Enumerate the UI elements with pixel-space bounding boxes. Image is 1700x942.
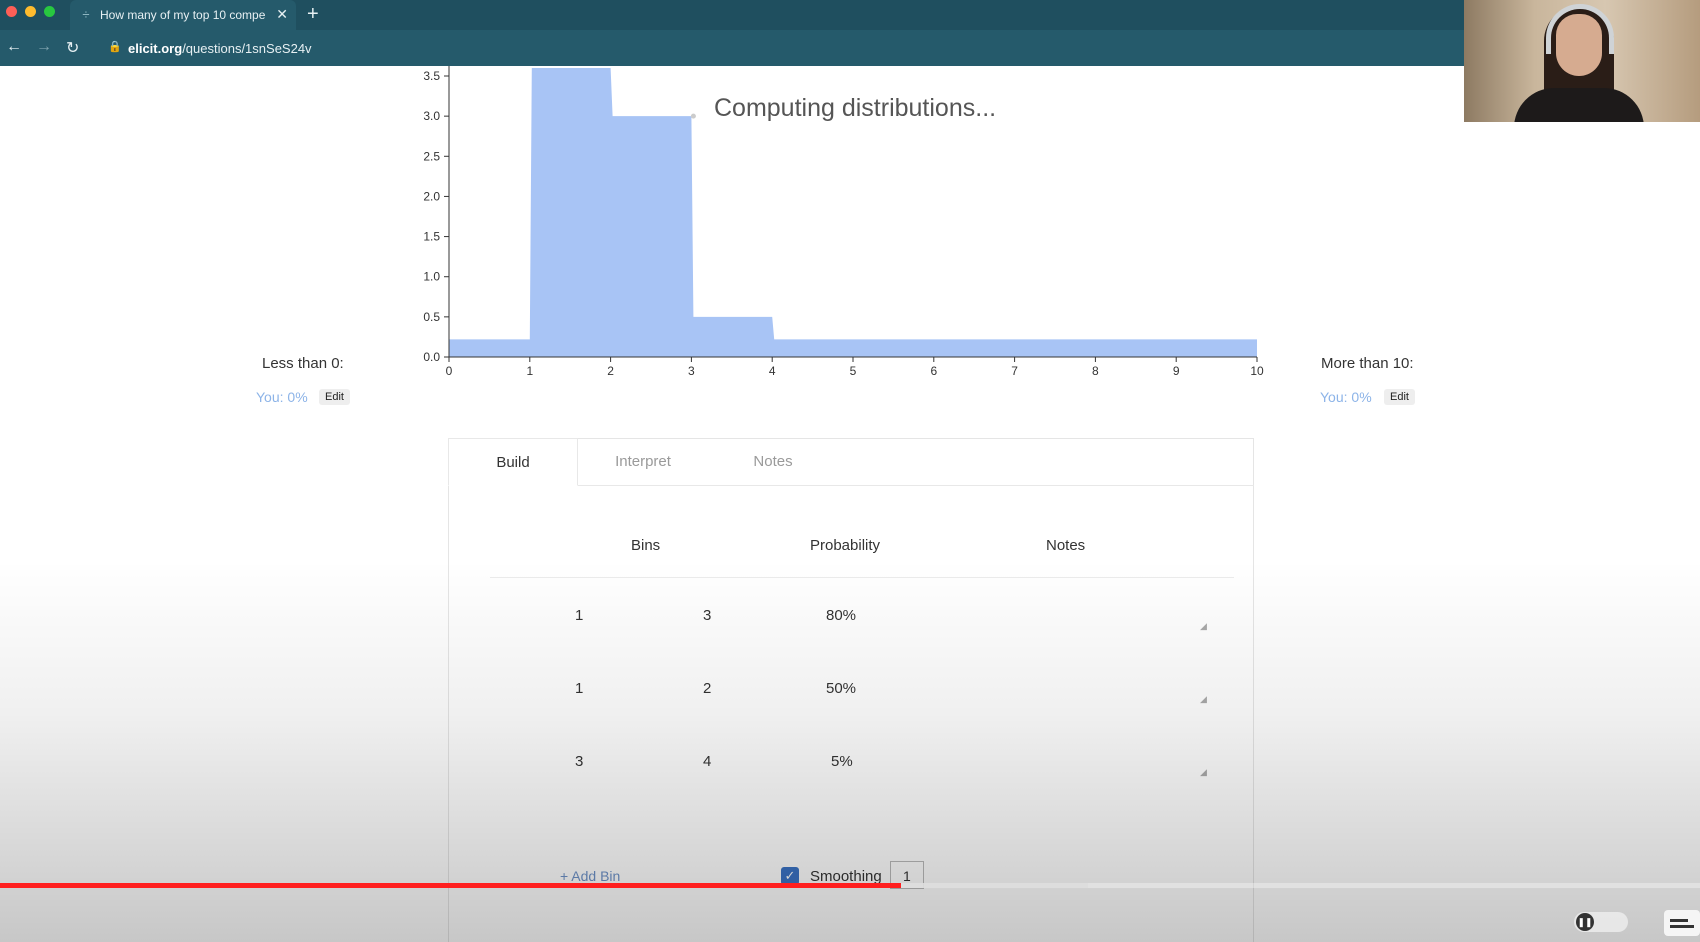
webcam-overlay xyxy=(1464,0,1700,122)
video-played-bar xyxy=(0,883,901,888)
reload-icon[interactable]: ↻ xyxy=(66,38,79,58)
tab-interpret[interactable]: Interpret xyxy=(578,438,708,486)
tab-notes[interactable]: Notes xyxy=(708,438,838,486)
tab-title: How many of my top 10 compe xyxy=(100,8,266,22)
bin-to-input[interactable]: 4 xyxy=(703,753,711,770)
bin-from-input[interactable]: 1 xyxy=(575,680,583,697)
play-pause-toggle[interactable]: ❚❚ xyxy=(1574,912,1628,932)
y-tick-label: 1.0 xyxy=(423,270,440,284)
url-field[interactable]: 🔒 elicit.org/questions/1snSeS24v xyxy=(100,34,1460,62)
close-window-button[interactable] xyxy=(6,6,17,17)
x-tick-label: 0 xyxy=(446,364,453,378)
panel-tabs: Build Interpret Notes xyxy=(448,438,1254,486)
elicit-favicon-icon: ÷ xyxy=(82,7,90,22)
x-tick-label: 8 xyxy=(1092,364,1099,378)
add-bin-button[interactable]: + Add Bin xyxy=(560,868,620,884)
x-tick-label: 9 xyxy=(1173,364,1180,378)
y-tick-label: 2.5 xyxy=(423,149,440,163)
x-tick-label: 5 xyxy=(850,364,857,378)
x-tick-label: 6 xyxy=(930,364,937,378)
bin-from-input[interactable]: 1 xyxy=(575,607,583,624)
plus-icon[interactable]: + xyxy=(307,3,319,26)
maximize-window-button[interactable] xyxy=(44,6,55,17)
distribution-handle xyxy=(690,113,696,119)
less-than-label: Less than 0: xyxy=(262,355,344,372)
probability-input[interactable]: 80% xyxy=(826,607,856,624)
video-progress-bar[interactable] xyxy=(0,883,1700,888)
less-than-edit-button[interactable]: Edit xyxy=(319,389,350,405)
x-tick-label: 2 xyxy=(607,364,614,378)
bin-to-input[interactable]: 2 xyxy=(703,680,711,697)
bin-to-input[interactable]: 3 xyxy=(703,607,711,624)
close-icon[interactable]: ✕ xyxy=(276,6,288,23)
pause-icon: ❚❚ xyxy=(1576,913,1594,931)
x-tick-label: 10 xyxy=(1250,364,1264,378)
y-tick-label: 1.5 xyxy=(423,230,440,244)
minimize-window-button[interactable] xyxy=(25,6,36,17)
y-tick-label: 2.0 xyxy=(423,189,440,203)
address-bar: ← → ↻ 🔒 elicit.org/questions/1snSeS24v xyxy=(0,30,1700,66)
probability-input[interactable]: 50% xyxy=(826,680,856,697)
more-than-edit-button[interactable]: Edit xyxy=(1384,389,1415,405)
notes-resize-icon[interactable]: ◢ xyxy=(1200,694,1207,705)
bins-header: Bins xyxy=(631,537,661,554)
probability-input[interactable]: 5% xyxy=(831,753,853,770)
url-domain: elicit.org xyxy=(128,41,183,56)
notes-resize-icon[interactable]: ◢ xyxy=(1200,767,1207,778)
captions-icon[interactable] xyxy=(1664,910,1700,936)
tab-build[interactable]: Build xyxy=(448,438,578,486)
back-arrow-icon[interactable]: ← xyxy=(6,38,22,56)
more-than-label: More than 10: xyxy=(1321,355,1414,372)
url-path: /questions/1snSeS24v xyxy=(182,41,312,56)
y-tick-label: 0.0 xyxy=(423,350,440,364)
more-than-you-value: You: 0% xyxy=(1320,389,1372,405)
probability-header: Probability xyxy=(810,537,881,554)
notes-header: Notes xyxy=(1046,537,1086,554)
x-tick-label: 3 xyxy=(688,364,695,378)
browser-tab-bar: ÷ How many of my top 10 compe ✕ + xyxy=(0,0,1700,30)
checkmark-icon: ✓ xyxy=(784,868,796,883)
x-tick-label: 4 xyxy=(769,364,776,378)
forward-arrow-icon[interactable]: → xyxy=(36,38,52,56)
x-tick-label: 1 xyxy=(526,364,533,378)
y-tick-label: 3.5 xyxy=(423,69,440,83)
header-divider xyxy=(490,577,1234,578)
y-tick-label: 3.0 xyxy=(423,109,440,123)
computing-status: Computing distributions... xyxy=(714,94,997,122)
notes-resize-icon[interactable]: ◢ xyxy=(1200,621,1207,632)
x-tick-label: 7 xyxy=(1011,364,1018,378)
bin-from-input[interactable]: 3 xyxy=(575,753,583,770)
y-tick-label: 0.5 xyxy=(423,310,440,324)
lock-icon: 🔒 xyxy=(108,41,122,53)
less-than-you-value: You: 0% xyxy=(256,389,308,405)
browser-tab[interactable]: ÷ How many of my top 10 compe ✕ xyxy=(70,0,296,30)
